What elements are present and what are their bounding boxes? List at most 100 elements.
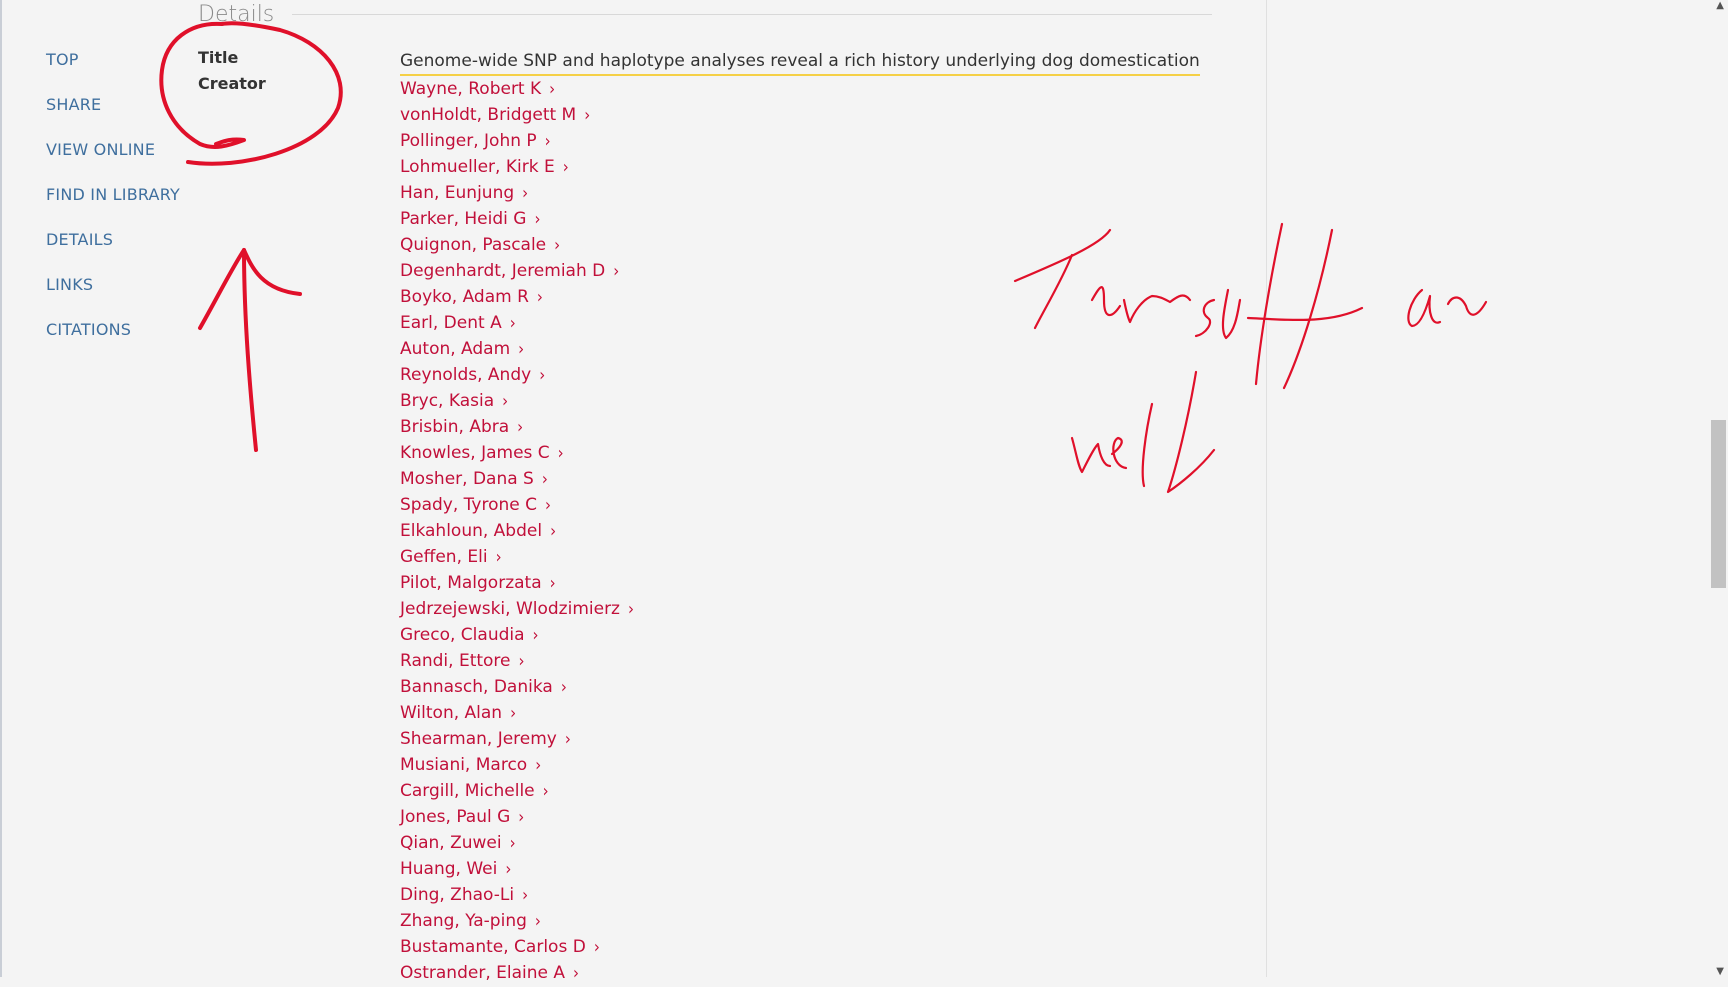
creator-link[interactable]: Pollinger, John P › xyxy=(400,128,1160,154)
chevron-right-icon[interactable]: › xyxy=(565,725,571,754)
creator-link[interactable]: Randi, Ettore › xyxy=(400,648,1160,674)
creator-name[interactable]: Quignon, Pascale xyxy=(400,235,546,255)
creator-name[interactable]: Elkahloun, Abdel xyxy=(400,521,542,541)
creator-link[interactable]: Jones, Paul G › xyxy=(400,804,1160,830)
creator-name[interactable]: Randi, Ettore xyxy=(400,651,511,671)
chevron-right-icon[interactable]: › xyxy=(545,127,551,156)
creator-name[interactable]: Bryc, Kasia xyxy=(400,391,494,411)
creator-link[interactable]: Ding, Zhao-Li › xyxy=(400,882,1160,908)
chevron-right-icon[interactable]: › xyxy=(539,361,545,390)
creator-link[interactable]: Parker, Heidi G › xyxy=(400,206,1160,232)
creator-link[interactable]: Geffen, Eli › xyxy=(400,544,1160,570)
creator-link[interactable]: Boyko, Adam R › xyxy=(400,284,1160,310)
chevron-right-icon[interactable]: › xyxy=(510,309,516,338)
creator-name[interactable]: Brisbin, Abra xyxy=(400,417,509,437)
chevron-right-icon[interactable]: › xyxy=(584,101,590,130)
creator-name[interactable]: Musiani, Marco xyxy=(400,755,527,775)
creator-link[interactable]: Brisbin, Abra › xyxy=(400,414,1160,440)
creator-link[interactable]: Reynolds, Andy › xyxy=(400,362,1160,388)
creator-name[interactable]: Bannasch, Danika xyxy=(400,677,553,697)
creator-name[interactable]: Qian, Zuwei xyxy=(400,833,502,853)
creator-link[interactable]: Mosher, Dana S › xyxy=(400,466,1160,492)
chevron-right-icon[interactable]: › xyxy=(542,465,548,494)
creator-link[interactable]: Shearman, Jeremy › xyxy=(400,726,1160,752)
chevron-right-icon[interactable]: › xyxy=(550,517,556,546)
chevron-right-icon[interactable]: › xyxy=(510,829,516,858)
creator-name[interactable]: Auton, Adam xyxy=(400,339,510,359)
nav-item-top[interactable]: TOP xyxy=(46,48,180,93)
creator-link[interactable]: Pilot, Malgorzata › xyxy=(400,570,1160,596)
creator-link[interactable]: Huang, Wei › xyxy=(400,856,1160,882)
creator-link[interactable]: Cargill, Michelle › xyxy=(400,778,1160,804)
nav-item-citations[interactable]: CITATIONS xyxy=(46,318,180,363)
creator-link[interactable]: Quignon, Pascale › xyxy=(400,232,1160,258)
chevron-right-icon[interactable]: › xyxy=(518,335,524,364)
nav-item-details[interactable]: DETAILS xyxy=(46,228,180,273)
chevron-right-icon[interactable]: › xyxy=(535,907,541,936)
creator-name[interactable]: Wilton, Alan xyxy=(400,703,502,723)
chevron-right-icon[interactable]: › xyxy=(510,699,516,728)
nav-item-find-in-library[interactable]: FIND IN LIBRARY xyxy=(46,183,180,228)
creator-name[interactable]: Greco, Claudia xyxy=(400,625,525,645)
nav-item-share[interactable]: SHARE xyxy=(46,93,180,138)
creator-link[interactable]: Qian, Zuwei › xyxy=(400,830,1160,856)
creator-link[interactable]: Wayne, Robert K › xyxy=(400,76,1160,102)
chevron-right-icon[interactable]: › xyxy=(502,387,508,416)
creator-name[interactable]: Han, Eunjung xyxy=(400,183,514,203)
creator-link[interactable]: Auton, Adam › xyxy=(400,336,1160,362)
creator-link[interactable]: Wilton, Alan › xyxy=(400,700,1160,726)
creator-name[interactable]: Lohmueller, Kirk E xyxy=(400,157,555,177)
creator-name[interactable]: Degenhardt, Jeremiah D xyxy=(400,261,605,281)
chevron-right-icon[interactable]: › xyxy=(537,283,543,312)
creator-name[interactable]: Knowles, James C xyxy=(400,443,550,463)
chevron-right-icon[interactable]: › xyxy=(594,933,600,962)
creator-link[interactable]: Knowles, James C › xyxy=(400,440,1160,466)
creator-name[interactable]: Reynolds, Andy xyxy=(400,365,531,385)
chevron-right-icon[interactable]: › xyxy=(505,855,511,884)
creator-name[interactable]: Mosher, Dana S xyxy=(400,469,534,489)
creator-link[interactable]: Han, Eunjung › xyxy=(400,180,1160,206)
chevron-right-icon[interactable]: › xyxy=(554,231,560,260)
scroll-down-icon[interactable]: ▼ xyxy=(1716,966,1724,977)
creator-name[interactable]: Ostrander, Elaine A xyxy=(400,963,565,983)
creator-name[interactable]: Huang, Wei xyxy=(400,859,497,879)
nav-item-links[interactable]: LINKS xyxy=(46,273,180,318)
creator-name[interactable]: Jedrzejewski, Wlodzimierz xyxy=(400,599,620,619)
chevron-right-icon[interactable]: › xyxy=(545,491,551,520)
scrollbar-thumb[interactable] xyxy=(1711,420,1726,588)
creator-link[interactable]: Degenhardt, Jeremiah D › xyxy=(400,258,1160,284)
creator-name[interactable]: Pilot, Malgorzata xyxy=(400,573,542,593)
creator-name[interactable]: Cargill, Michelle xyxy=(400,781,535,801)
chevron-right-icon[interactable]: › xyxy=(558,439,564,468)
chevron-right-icon[interactable]: › xyxy=(519,647,525,676)
chevron-right-icon[interactable]: › xyxy=(522,179,528,208)
creator-link[interactable]: Zhang, Ya-ping › xyxy=(400,908,1160,934)
creator-link[interactable]: Musiani, Marco › xyxy=(400,752,1160,778)
creator-name[interactable]: Jones, Paul G xyxy=(400,807,510,827)
creator-name[interactable]: Spady, Tyrone C xyxy=(400,495,537,515)
chevron-right-icon[interactable]: › xyxy=(561,673,567,702)
chevron-right-icon[interactable]: › xyxy=(628,595,634,624)
nav-item-view-online[interactable]: VIEW ONLINE xyxy=(46,138,180,183)
creator-link[interactable]: Bannasch, Danika › xyxy=(400,674,1160,700)
creator-link[interactable]: Ostrander, Elaine A › xyxy=(400,960,1160,986)
creator-name[interactable]: Parker, Heidi G xyxy=(400,209,526,229)
chevron-right-icon[interactable]: › xyxy=(517,413,523,442)
creator-name[interactable]: Ding, Zhao-Li xyxy=(400,885,514,905)
creator-link[interactable]: Bustamante, Carlos D › xyxy=(400,934,1160,960)
vertical-scrollbar[interactable]: ▲ ▼ xyxy=(1709,0,1728,977)
creator-link[interactable]: Bryc, Kasia › xyxy=(400,388,1160,414)
creator-link[interactable]: Spady, Tyrone C › xyxy=(400,492,1160,518)
creator-link[interactable]: Elkahloun, Abdel › xyxy=(400,518,1160,544)
creator-name[interactable]: Boyko, Adam R xyxy=(400,287,529,307)
creator-link[interactable]: Greco, Claudia › xyxy=(400,622,1160,648)
creator-link[interactable]: Earl, Dent A › xyxy=(400,310,1160,336)
creator-name[interactable]: vonHoldt, Bridgett M xyxy=(400,105,576,125)
creator-name[interactable]: Wayne, Robert K xyxy=(400,79,541,99)
chevron-right-icon[interactable]: › xyxy=(535,751,541,780)
creator-name[interactable]: Shearman, Jeremy xyxy=(400,729,557,749)
creator-name[interactable]: Geffen, Eli xyxy=(400,547,488,567)
creator-link[interactable]: Lohmueller, Kirk E › xyxy=(400,154,1160,180)
scroll-up-icon[interactable]: ▲ xyxy=(1716,0,1724,11)
chevron-right-icon[interactable]: › xyxy=(563,153,569,182)
